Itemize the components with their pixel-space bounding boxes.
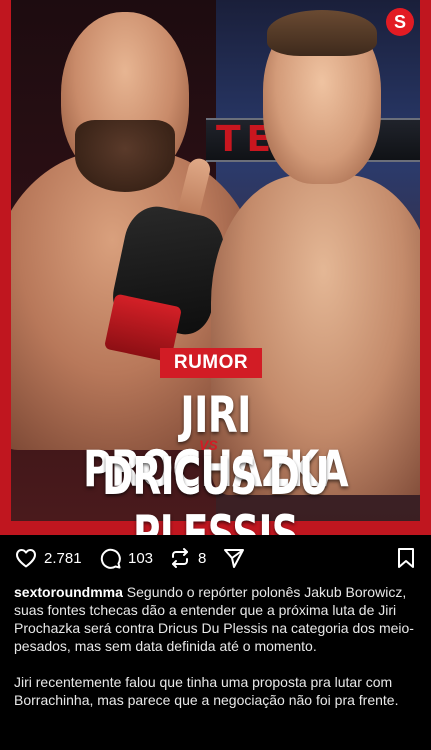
bookmark-icon[interactable] [394,546,418,570]
repost-count: 8 [198,549,207,567]
post-image[interactable]: TE AU S RUMOR JIRI PROCHAZKA VS DRICUS D… [0,0,431,535]
comment-count: 103 [128,549,154,567]
headline-fighter-2: DRICUS DU PLESSIS [102,447,329,535]
fighter-right-hair [267,10,377,56]
post-actions-bar: 2.781 103 8 [0,538,431,578]
heart-icon[interactable] [14,546,38,570]
brand-logo-icon: S [386,8,414,36]
like-action[interactable]: 2.781 [14,546,82,570]
repost-action[interactable]: 8 [168,546,206,570]
post-caption: sextoroundmma Segundo o repórter polonês… [14,583,418,727]
send-icon[interactable] [222,546,246,570]
rumor-badge: RUMOR [160,348,262,378]
caption-username[interactable]: sextoroundmma [14,584,123,600]
share-action[interactable] [222,546,246,570]
comment-action[interactable]: 103 [98,546,153,570]
save-action[interactable] [394,546,418,570]
fighter-left-beard [75,120,175,192]
like-count: 2.781 [44,549,82,567]
comment-icon[interactable] [98,546,122,570]
repost-icon[interactable] [168,546,192,570]
caption-paragraph-2: Jiri recentemente falou que tinha uma pr… [14,674,399,708]
caption-paragraph-1: sextoroundmma Segundo o repórter polonês… [14,583,418,655]
